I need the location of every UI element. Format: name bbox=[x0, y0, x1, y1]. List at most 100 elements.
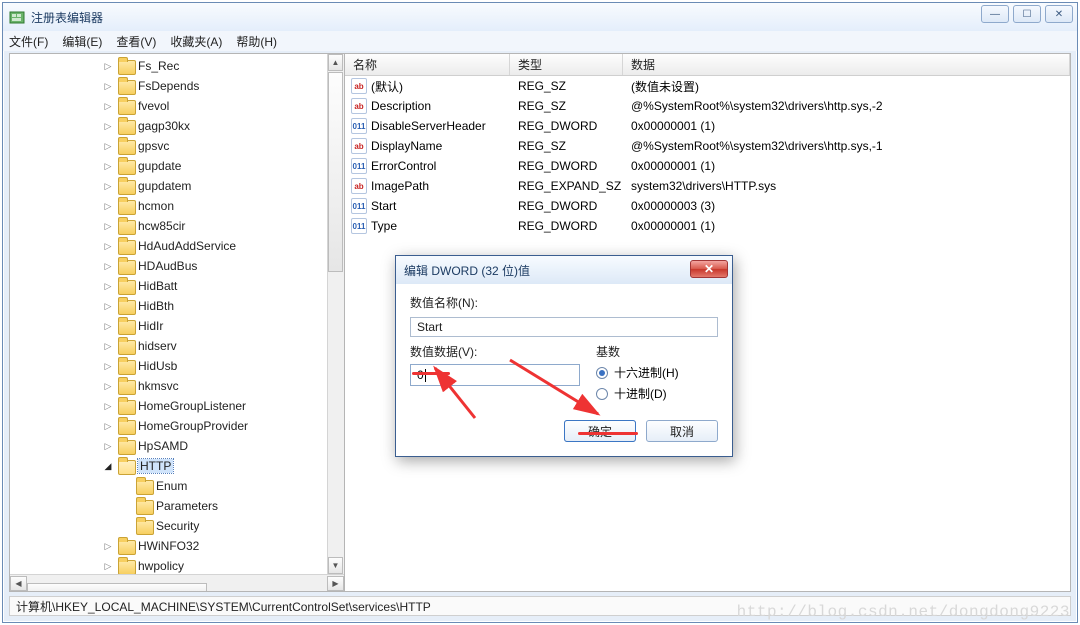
expand-icon[interactable]: ▷ bbox=[102, 140, 114, 152]
tree-node[interactable]: ▷ HidBatt bbox=[10, 276, 344, 296]
scroll-right-icon[interactable]: ▶ bbox=[327, 576, 344, 591]
scroll-down-icon[interactable]: ▼ bbox=[328, 557, 343, 574]
expand-icon[interactable]: ▷ bbox=[102, 420, 114, 432]
expand-icon[interactable]: ▷ bbox=[102, 360, 114, 372]
tree-node-label: HidBatt bbox=[138, 279, 177, 293]
tree-node[interactable]: ▷HdAudAddService bbox=[10, 236, 344, 256]
tree-node[interactable]: ▷hkmsvc bbox=[10, 376, 344, 396]
scroll-thumb[interactable] bbox=[27, 583, 207, 591]
tree-horizontal-scrollbar[interactable]: ◀ ▶ bbox=[10, 574, 344, 591]
expand-icon[interactable]: ▷ bbox=[102, 280, 114, 292]
expand-icon[interactable]: ▷ bbox=[102, 240, 114, 252]
tree-node[interactable]: ▷gpsvc bbox=[10, 136, 344, 156]
value-data-input[interactable]: 0 bbox=[410, 364, 580, 386]
column-name[interactable]: 名称 bbox=[345, 54, 510, 75]
expand-icon[interactable]: ▷ bbox=[102, 440, 114, 452]
tree-node[interactable]: ▷hwpolicy bbox=[10, 556, 344, 574]
tree-node[interactable]: ▷ HDAudBus bbox=[10, 256, 344, 276]
tree-node[interactable]: ▷FsDepends bbox=[10, 76, 344, 96]
tree-node[interactable]: ▷ gupdatem bbox=[10, 176, 344, 196]
tree-node[interactable]: ◢HTTP bbox=[10, 456, 344, 476]
expand-icon[interactable]: ▷ bbox=[102, 60, 114, 72]
value-data-text: 0 bbox=[417, 368, 424, 382]
ok-button[interactable]: 确定 bbox=[564, 420, 636, 442]
tree-node[interactable]: Enum bbox=[10, 476, 344, 496]
value-row[interactable]: ab(默认)REG_SZ(数值未设置) bbox=[345, 76, 1070, 96]
titlebar[interactable]: 注册表编辑器 — ☐ ✕ bbox=[3, 3, 1077, 31]
tree-node[interactable]: ▷HpSAMD bbox=[10, 436, 344, 456]
tree-node-label: gupdatem bbox=[138, 179, 191, 193]
expand-icon[interactable]: ▷ bbox=[102, 380, 114, 392]
column-headers: 名称 类型 数据 bbox=[345, 54, 1070, 76]
radio-dec[interactable]: 十进制(D) bbox=[596, 385, 679, 402]
tree-node[interactable]: ▷HomeGroupListener bbox=[10, 396, 344, 416]
tree-node[interactable]: ▷Fs_Rec bbox=[10, 56, 344, 76]
expand-icon[interactable]: ▷ bbox=[102, 100, 114, 112]
expand-icon[interactable]: ▷ bbox=[102, 320, 114, 332]
expand-icon[interactable]: ▷ bbox=[102, 80, 114, 92]
tree-node[interactable]: Parameters bbox=[10, 496, 344, 516]
ok-label: 确定 bbox=[588, 423, 612, 440]
value-row[interactable]: abDescriptionREG_SZ@%SystemRoot%\system3… bbox=[345, 96, 1070, 116]
column-data[interactable]: 数据 bbox=[623, 54, 1070, 75]
minimize-button[interactable]: — bbox=[981, 5, 1009, 23]
scroll-left-icon[interactable]: ◀ bbox=[10, 576, 27, 591]
value-row[interactable]: abDisplayNameREG_SZ@%SystemRoot%\system3… bbox=[345, 136, 1070, 156]
tree-node[interactable]: ▷hcw85cir bbox=[10, 216, 344, 236]
tree-node-label: HomeGroupProvider bbox=[138, 419, 248, 433]
folder-icon bbox=[136, 520, 152, 533]
tree-node[interactable]: ▷hcmon bbox=[10, 196, 344, 216]
folder-icon bbox=[118, 200, 134, 213]
tree-node-label: fvevol bbox=[138, 99, 169, 113]
value-name: Type bbox=[371, 219, 397, 233]
expand-icon[interactable]: ▷ bbox=[102, 200, 114, 212]
expand-icon[interactable]: ▷ bbox=[102, 300, 114, 312]
value-name: DisableServerHeader bbox=[371, 119, 486, 133]
tree-node[interactable]: ▷HWiNFO32 bbox=[10, 536, 344, 556]
scroll-up-icon[interactable]: ▲ bbox=[328, 54, 343, 71]
scroll-thumb[interactable] bbox=[328, 72, 343, 272]
tree-node[interactable]: ▷ fvevol bbox=[10, 96, 344, 116]
menu-file[interactable]: 文件(F) bbox=[9, 33, 48, 50]
expand-icon[interactable]: ▷ bbox=[102, 540, 114, 552]
dialog-titlebar[interactable]: 编辑 DWORD (32 位)值 ✕ bbox=[396, 256, 732, 284]
expand-icon[interactable]: ▷ bbox=[102, 160, 114, 172]
folder-icon bbox=[136, 480, 152, 493]
dialog-close-button[interactable]: ✕ bbox=[690, 260, 728, 278]
cancel-button[interactable]: 取消 bbox=[646, 420, 718, 442]
tree-vertical-scrollbar[interactable]: ▲ ▼ bbox=[327, 54, 344, 574]
expand-icon[interactable]: ▷ bbox=[102, 560, 114, 572]
expand-icon[interactable]: ▷ bbox=[102, 400, 114, 412]
tree-node[interactable]: ▷HidIr bbox=[10, 316, 344, 336]
tree-node[interactable]: ▷HidUsb bbox=[10, 356, 344, 376]
close-button[interactable]: ✕ bbox=[1045, 5, 1073, 23]
tree-node[interactable]: ▷gupdate bbox=[10, 156, 344, 176]
expand-icon[interactable]: ▷ bbox=[102, 220, 114, 232]
expand-icon[interactable]: ▷ bbox=[102, 120, 114, 132]
collapse-icon[interactable]: ◢ bbox=[102, 460, 114, 472]
annotation-underline bbox=[578, 432, 638, 435]
edit-dword-dialog: 编辑 DWORD (32 位)值 ✕ 数值名称(N): Start 数值数据(V… bbox=[395, 255, 733, 457]
value-row[interactable]: abImagePathREG_EXPAND_SZsystem32\drivers… bbox=[345, 176, 1070, 196]
tree-node[interactable]: ▷ HomeGroupProvider bbox=[10, 416, 344, 436]
folder-icon bbox=[118, 60, 134, 73]
tree-node[interactable]: ▷hidserv bbox=[10, 336, 344, 356]
column-type[interactable]: 类型 bbox=[510, 54, 623, 75]
menu-favorites[interactable]: 收藏夹(A) bbox=[170, 33, 222, 50]
value-row[interactable]: 011DisableServerHeaderREG_DWORD0x0000000… bbox=[345, 116, 1070, 136]
expand-icon[interactable]: ▷ bbox=[102, 260, 114, 272]
value-row[interactable]: 011ErrorControlREG_DWORD0x00000001 (1) bbox=[345, 156, 1070, 176]
value-row[interactable]: 011StartREG_DWORD0x00000003 (3) bbox=[345, 196, 1070, 216]
maximize-button[interactable]: ☐ bbox=[1013, 5, 1041, 23]
expand-icon[interactable]: ▷ bbox=[102, 180, 114, 192]
menu-view[interactable]: 查看(V) bbox=[116, 33, 156, 50]
expand-icon[interactable]: ▷ bbox=[102, 340, 114, 352]
tree-node-label: HDAudBus bbox=[138, 259, 197, 273]
tree-node[interactable]: Security bbox=[10, 516, 344, 536]
value-row[interactable]: 011TypeREG_DWORD0x00000001 (1) bbox=[345, 216, 1070, 236]
radio-hex[interactable]: 十六进制(H) bbox=[596, 364, 679, 381]
tree-node[interactable]: ▷gagp30kx bbox=[10, 116, 344, 136]
tree-node[interactable]: ▷HidBth bbox=[10, 296, 344, 316]
menu-help[interactable]: 帮助(H) bbox=[236, 33, 277, 50]
menu-edit[interactable]: 编辑(E) bbox=[62, 33, 102, 50]
